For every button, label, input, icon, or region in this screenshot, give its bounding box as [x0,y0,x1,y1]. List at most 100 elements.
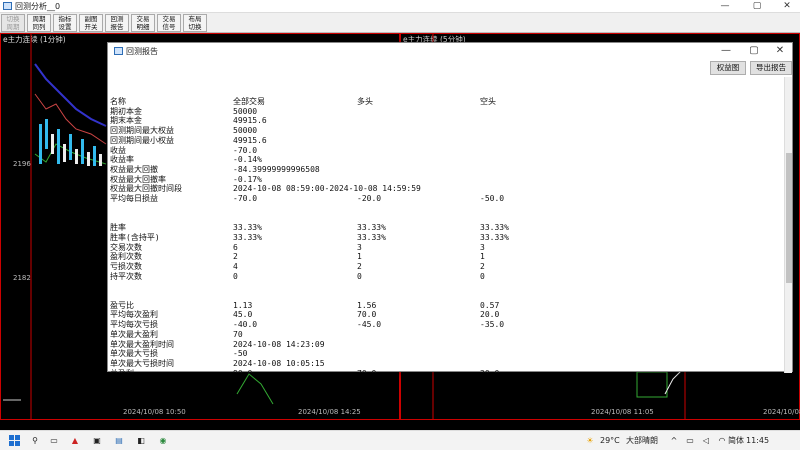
report-cell: 单次最大亏损 [110,349,158,359]
report-cell: 平均每日损益 [110,194,158,203]
dialog-minimize-button[interactable]: — [712,43,740,59]
toolbar-button[interactable]: 布局 切换 [183,14,207,32]
report-cell: 盈利次数 [110,252,142,262]
report-cell: 0 [233,271,238,281]
report-cell: -70.0 [233,194,258,203]
app-a-icon[interactable]: ▲ [68,434,82,448]
weather-desc: 大部晴朗 [626,436,658,445]
report-row: 回测期间最小权益 49915.6 [110,136,780,146]
report-cell: 33.33% [233,223,262,233]
report-cell: 0 [357,271,362,281]
report-cell: 2024-10-08 08:59:00-2024-10-08 14:59:59 [233,184,421,194]
app-window-icon[interactable]: ▤ [112,434,126,448]
report-row: 平均每次亏损 -40.0 -45.0 -35.0 [110,320,780,330]
report-row: 回测期间最大权益 50000 [110,126,780,136]
toolbar-button[interactable]: 周期 同列 [27,14,51,32]
windows-start-icon[interactable] [8,434,22,448]
app-pc-icon[interactable]: ▣ [90,434,104,448]
task-view-icon[interactable]: ▭ [46,434,62,448]
report-row: 收益率 -0.14% [110,155,780,165]
taskbar: ⚲ ▭ ▲ ▣ ▤ ◧ ◉ ☀ 29°C 大部晴朗 ^ ▭ ◁ ◠ 简体 11:… [0,430,800,450]
clock-time[interactable]: 11:45 [746,434,769,448]
report-cell: 90.0 [233,369,252,373]
report-table[interactable]: 名称 全部交易 多头 空头 期初本金 50000 期末本金 49915.6 回测期间最大权益 50… [108,77,786,373]
report-cell: 33.33% [357,232,386,242]
report-row: 盈亏比 1.13 1.56 0.57 [110,301,780,311]
dialog-titlebar: 回测报告 — ▢ ✕ [108,43,792,59]
report-row [110,291,780,301]
report-cell: 33.33% [233,232,262,242]
toolbar: 切换 周期 周期 同列 指标 设置 副图 开关 回测 报告 交易 明细 交易 信号 布局 切换 [0,13,800,33]
report-row: 亏损次数 4 2 2 [110,262,780,272]
report-cell: 多头 [357,97,373,106]
wifi-icon[interactable]: ◠ [716,434,728,448]
report-scrollbar[interactable] [784,77,792,373]
search-icon[interactable]: ⚲ [28,434,42,448]
tray-chevron-icon[interactable]: ^ [668,434,680,448]
report-cell: 胜率 [110,223,126,233]
toolbar-button[interactable]: 指标 设置 [53,14,77,32]
report-cell: 2024-10-08 10:05:15 [233,358,325,368]
report-cell: 6 [233,242,238,252]
maximize-button[interactable]: ▢ [742,0,772,13]
report-row: 胜率 33.33% 33.33% 33.33% [110,223,780,233]
report-cell: 交易次数 [110,242,142,252]
report-cell: 70.0 [357,310,377,320]
report-cell: 期末本金 [110,116,142,126]
report-cell: 总盈利 [110,369,134,373]
toolbar-button[interactable]: 副图 开关 [79,14,103,32]
report-cell: 50000 [233,126,258,136]
report-cell: -0.17% [233,174,262,184]
report-row: 盈利次数 2 1 1 [110,252,780,262]
dialog-title: 回测报告 [126,47,158,56]
scrollbar-thumb[interactable] [786,153,792,283]
report-cell: 3 [357,242,362,252]
speaker-icon[interactable]: ◁ [700,434,712,448]
report-cell: -0.14% [233,155,262,165]
close-button[interactable]: ✕ [772,0,800,13]
dialog-close-button[interactable]: ✕ [766,43,794,59]
report-row: 期初本金 50000 [110,107,780,117]
toolbar-button[interactable]: 交易 明细 [131,14,155,32]
app-icon[interactable]: ◉ [156,434,170,448]
report-row: 胜率(含持平) 33.33% 33.33% 33.33% [110,233,780,243]
toolbar-button[interactable]: 切换 周期 [1,14,25,32]
network-icon[interactable]: ▭ [684,434,696,448]
report-cell: 2 [357,261,362,271]
export-report-button[interactable]: 导出报告 [750,61,792,75]
report-row: 平均每日损益 -70.0 -20.0 -50.0 [110,194,780,204]
dialog-maximize-button[interactable]: ▢ [740,43,768,59]
report-cell: 收益率 [110,155,134,165]
report-cell: -84.39999999996508 [233,164,320,174]
report-cell: 2 [233,252,238,262]
report-cell: 4 [233,261,238,271]
report-cell: 回测期间最大权益 [110,126,174,136]
report-cell: 2 [480,261,485,271]
equity-chart-button[interactable]: 权益图 [710,61,746,75]
report-cell: -50.0 [480,194,505,203]
report-cell: 胜率(含持平) [110,232,160,242]
report-row: 收益 -70.0 [110,146,780,156]
dialog-icon [114,47,123,55]
price-label: 2196 [13,160,31,168]
report-row: 权益最大回撤率 -0.17% [110,175,780,185]
report-cell: 平均每次亏损 [110,320,158,330]
app-titlebar: 回测分析__0 — ▢ ✕ [0,0,800,13]
app-icon[interactable]: ◧ [134,434,148,448]
ime-lang[interactable]: 简体 [728,434,744,448]
report-cell: -40.0 [233,320,258,330]
report-cell: 0.57 [480,300,500,310]
report-cell: -70.0 [233,145,258,155]
report-row: 交易次数 6 3 3 [110,243,780,253]
report-dialog: 回测报告 — ▢ ✕ 权益图 导出报告 名称 全部交易 多头 空头 期初本金 50000 期… [107,42,793,373]
minimize-button[interactable]: — [710,0,740,13]
report-row: 平均每次盈利 45.0 70.0 20.0 [110,310,780,320]
report-cell: 70 [233,329,243,339]
app-title: 回测分析__0 [15,2,61,11]
report-cell: 50000 [233,106,258,116]
toolbar-button[interactable]: 交易 信号 [157,14,181,32]
report-cell: 49915.6 [233,116,267,126]
toolbar-button[interactable]: 回测 报告 [105,14,129,32]
report-cell: 45.0 [233,310,253,320]
app-icon [3,2,12,10]
